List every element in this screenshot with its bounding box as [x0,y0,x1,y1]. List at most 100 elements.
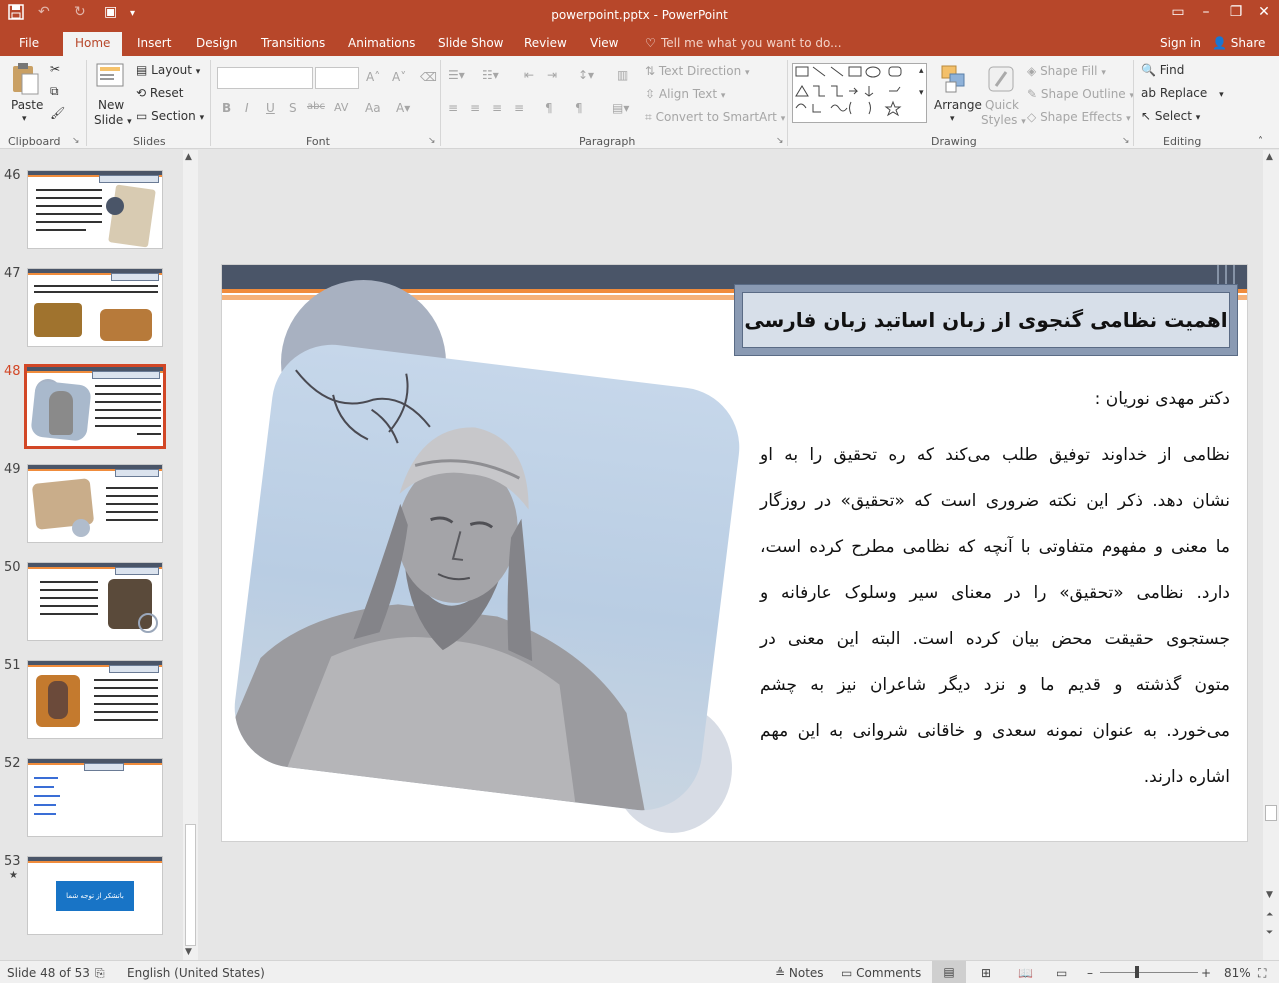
new-slide-label-2[interactable]: Slide ▾ [94,113,132,127]
paste-dropdown-icon[interactable]: ▾ [22,114,27,124]
tab-animations[interactable]: Animations [348,36,415,50]
previous-slide-icon[interactable]: ⏶ [1266,910,1273,920]
sign-in-link[interactable]: Sign in [1160,36,1201,50]
new-slide-icon[interactable] [95,60,125,93]
justify-icon[interactable]: ≡ [514,101,524,115]
reading-view-icon[interactable]: 📖 [1018,966,1033,980]
character-spacing-button[interactable]: AV [334,101,348,114]
text-direction-button[interactable]: ⇅ Text Direction ▾ [645,64,750,78]
ltr-icon[interactable]: ¶ [575,101,583,115]
paste-button[interactable]: Paste [11,98,43,112]
font-name-field[interactable] [217,67,313,89]
scroll-up-icon[interactable]: ▲ [1266,152,1273,162]
italic-button[interactable]: I [245,101,249,115]
minimize-button[interactable]: – [1191,4,1221,20]
tab-review[interactable]: Review [524,36,567,50]
zoom-slider-thumb[interactable] [1135,966,1139,978]
scrollbar-thumb[interactable] [1265,805,1277,821]
tab-transitions[interactable]: Transitions [261,36,325,50]
slide-canvas[interactable]: اهمیت نظامی گنجوی از زبان اساتید زبان فا… [221,264,1248,842]
spell-check-icon[interactable]: ⎘ [95,966,105,981]
numbering-icon[interactable]: ☷▾ [482,68,499,82]
drawing-launcher-icon[interactable]: ↘ [1122,136,1130,146]
rtl-icon[interactable]: ¶ [545,101,553,115]
tab-slide-show[interactable]: Slide Show [438,36,503,50]
quick-styles-icon[interactable] [986,64,1016,97]
slide-thumbnail-50[interactable] [27,562,163,641]
find-button[interactable]: 🔍 Find [1141,63,1184,77]
bold-button[interactable]: B [222,101,231,115]
increase-font-icon[interactable]: A˄ [366,70,380,84]
layout-button[interactable]: ▤ Layout ▾ [136,63,200,77]
align-left-icon[interactable]: ≡ [448,101,458,115]
tab-insert[interactable]: Insert [137,36,171,50]
paste-icon[interactable] [10,62,40,99]
statue-image[interactable] [227,337,747,818]
reset-button[interactable]: ⟲ Reset [136,86,183,100]
tell-me-input[interactable]: Tell me what you want to do... [661,36,842,50]
body-text[interactable]: نظامی از خداوند توفیق طلب می‌کند که ره ت… [760,445,1230,813]
quick-styles-label-1[interactable]: Quick [985,98,1019,112]
align-center-icon[interactable]: ≡ [470,101,480,115]
columns-icon[interactable]: ▥ [617,68,628,82]
underline-button[interactable]: U [266,101,275,115]
shapes-scroll-up-icon[interactable]: ▴ [919,66,924,76]
replace-button[interactable]: ab Replace ▾ [1141,86,1224,100]
tab-view[interactable]: View [590,36,618,50]
slide-thumbnail-48[interactable] [24,364,166,449]
increase-indent-icon[interactable]: ⇥ [547,68,557,82]
align-right-icon[interactable]: ≡ [492,101,502,115]
share-button[interactable]: 👤 Share [1212,36,1265,50]
font-launcher-icon[interactable]: ↘ [428,136,436,146]
tab-file[interactable]: File [19,36,39,50]
clear-formatting-icon[interactable]: ⌫ [420,70,437,84]
zoom-out-button[interactable]: – [1087,966,1093,980]
scroll-down-icon[interactable]: ▼ [185,947,192,957]
notes-button[interactable]: ≜ Notes [775,966,824,980]
language-indicator[interactable]: English (United States) [127,966,265,980]
format-painter-icon[interactable]: 🖌 [50,106,65,120]
tab-design[interactable]: Design [196,36,237,50]
strikethrough-button[interactable]: abc [307,101,325,112]
zoom-level[interactable]: 81% [1224,966,1251,980]
slide-thumbnail-46[interactable] [27,170,163,249]
title-box[interactable]: اهمیت نظامی گنجوی از زبان اساتید زبان فا… [742,292,1230,348]
clipboard-launcher-icon[interactable]: ↘ [72,136,80,146]
cut-icon[interactable]: ✂ [50,62,60,76]
next-slide-icon[interactable]: ⏷ [1266,928,1273,938]
shapes-gallery[interactable] [792,63,927,123]
slide-show-icon[interactable]: ▭ [1056,966,1067,980]
font-color-icon[interactable]: A▾ [396,101,410,115]
new-slide-label-1[interactable]: New [98,98,124,112]
select-button[interactable]: ↖ Select ▾ [1141,109,1200,123]
decrease-font-icon[interactable]: A˅ [392,70,406,84]
arrange-icon[interactable] [940,64,968,97]
ribbon-display-options-icon[interactable]: ▭ [1163,4,1193,20]
shapes-scroll-down-icon[interactable]: ▾ [919,88,924,98]
section-button[interactable]: ▭ Section ▾ [136,109,204,123]
editor-scrollbar[interactable]: ▲ ▼ ⏶ ⏷ [1263,150,1279,960]
font-size-field[interactable] [315,67,359,89]
zoom-slider-track[interactable] [1100,972,1198,973]
convert-to-smartart-button[interactable]: ⌗ Convert to SmartArt ▾ [645,110,785,125]
slide-thumbnail-49[interactable] [27,464,163,543]
change-case-button[interactable]: Aa [365,101,381,115]
maximize-button[interactable]: ❐ [1221,4,1251,20]
normal-view-icon[interactable]: ▤ [932,961,966,983]
paragraph-launcher-icon[interactable]: ↘ [776,136,784,146]
thumbnail-scrollbar[interactable]: ▲ ▼ [183,150,198,960]
shadow-button[interactable]: S [289,101,297,115]
close-button[interactable]: ✕ [1249,4,1279,20]
zoom-in-button[interactable]: + [1201,966,1211,980]
decrease-indent-icon[interactable]: ⇤ [524,68,534,82]
scrollbar-thumb[interactable] [185,824,196,946]
fit-slide-icon[interactable]: ⛶ [1258,966,1266,981]
scroll-down-icon[interactable]: ▼ [1266,890,1273,900]
align-text-button[interactable]: ⇳ Align Text ▾ [645,87,725,101]
tab-home[interactable]: Home [63,32,123,56]
shape-effects-button[interactable]: ◇ Shape Effects ▾ [1027,110,1131,124]
bullets-icon[interactable]: ☰▾ [448,68,465,82]
shape-fill-button[interactable]: ◈ Shape Fill ▾ [1027,64,1106,78]
author-line[interactable]: دکتر مهدی نوریان : [760,389,1230,409]
collapse-ribbon-icon[interactable]: ˄ [1258,136,1263,147]
